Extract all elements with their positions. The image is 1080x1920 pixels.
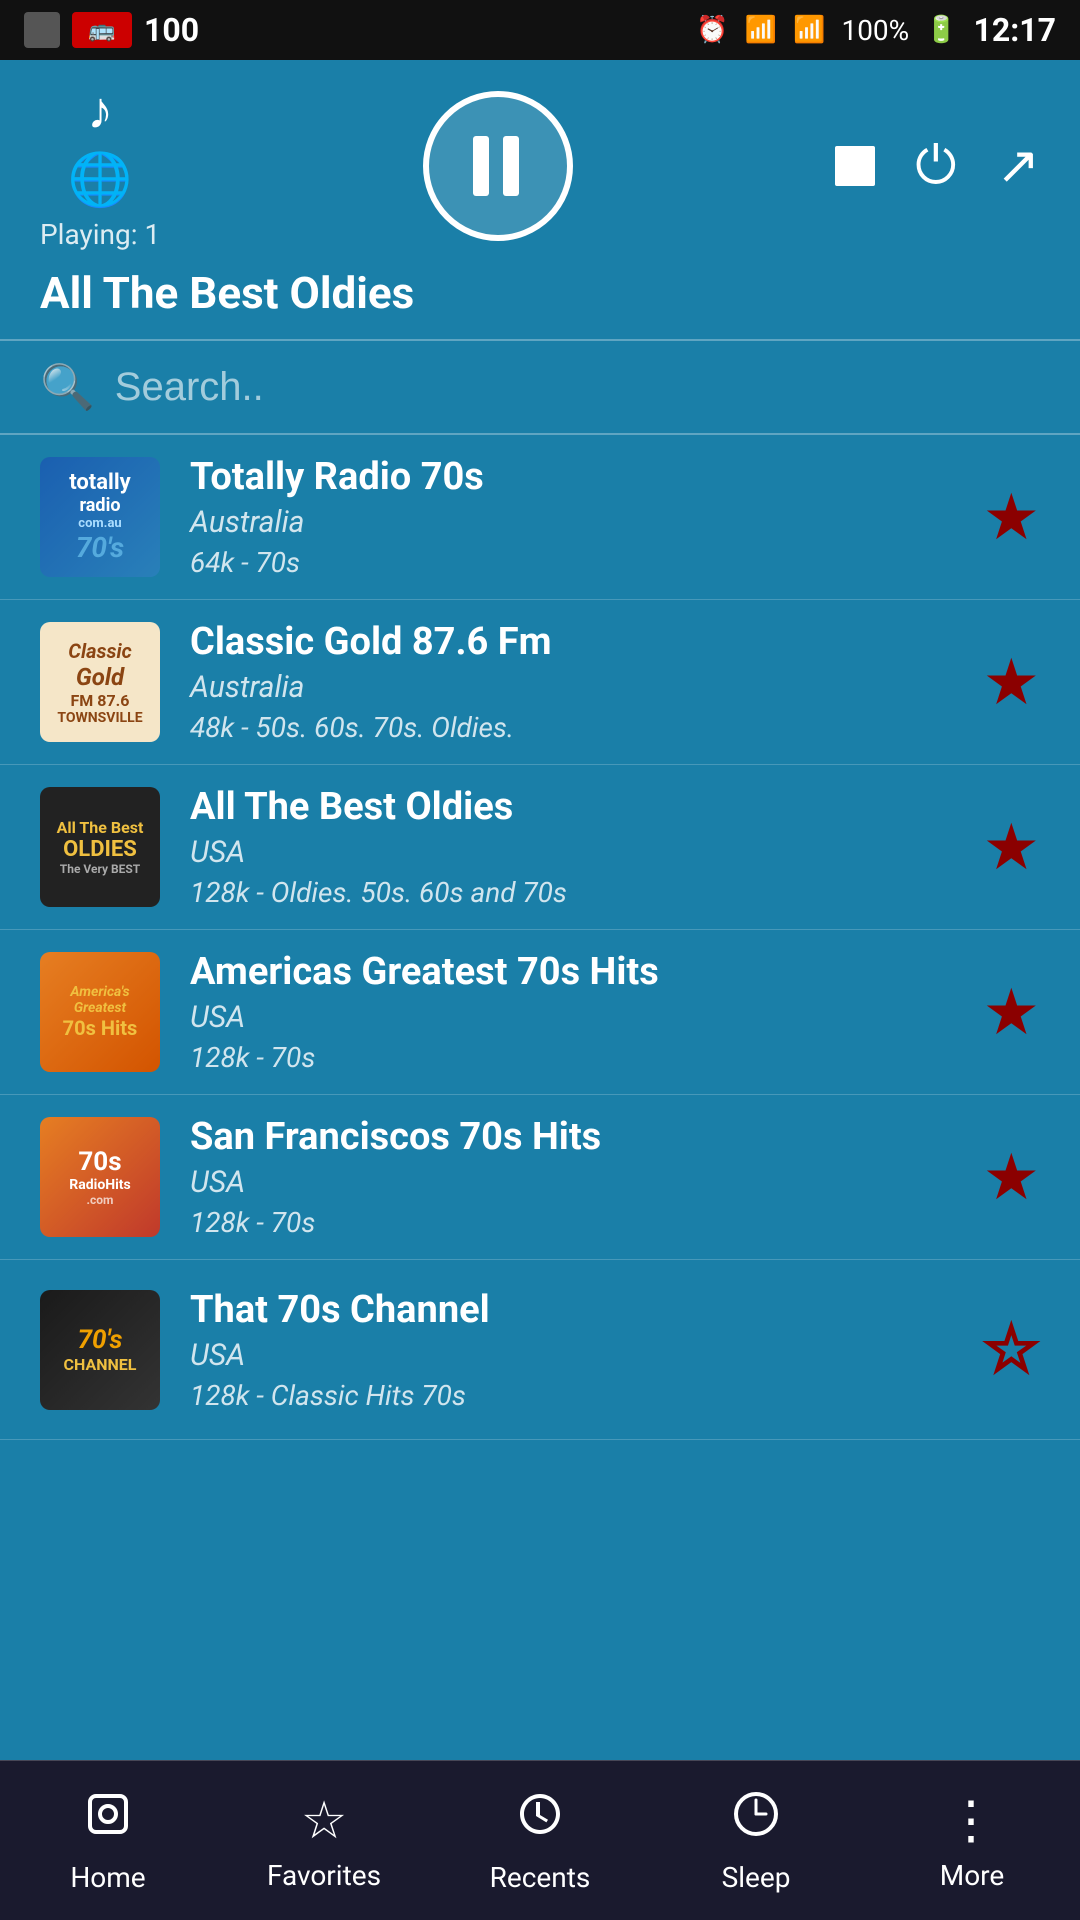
station-country: USA bbox=[190, 1000, 953, 1035]
share-icon[interactable]: ↗ bbox=[996, 135, 1040, 196]
more-icon: ⋮ bbox=[945, 1790, 999, 1851]
image-icon bbox=[24, 12, 60, 48]
favorite-star[interactable]: ★ bbox=[983, 1140, 1040, 1215]
station-details: 48k - 50s. 60s. 70s. Oldies. bbox=[190, 711, 953, 744]
favorites-star-icon: ☆ bbox=[301, 1790, 348, 1851]
station-item[interactable]: 70's CHANNEL That 70s Channel USA 128k -… bbox=[0, 1260, 1080, 1440]
nav-item-home[interactable]: Home bbox=[0, 1788, 216, 1894]
player-left-controls: ♪ 🌐 Playing: 1 bbox=[40, 80, 160, 251]
station-name: Americas Greatest 70s Hits bbox=[190, 950, 953, 994]
station-info: All The Best Oldies USA 128k - Oldies. 5… bbox=[190, 785, 953, 909]
station-logo: totally radio com.au 70's bbox=[40, 457, 160, 577]
nav-label-favorites: Favorites bbox=[267, 1859, 381, 1892]
station-item[interactable]: Classic Gold FM 87.6 TOWNSVILLE Classic … bbox=[0, 600, 1080, 765]
station-details: 128k - Oldies. 50s. 60s and 70s bbox=[190, 876, 953, 909]
signal-strength: 100 bbox=[144, 11, 199, 49]
favorite-star[interactable]: ★ bbox=[983, 645, 1040, 720]
station-name: All The Best Oldies bbox=[190, 785, 953, 829]
nav-label-more: More bbox=[940, 1859, 1005, 1892]
station-item[interactable]: America'sGreatest 70s Hits Americas Grea… bbox=[0, 930, 1080, 1095]
clock: 12:17 bbox=[974, 11, 1056, 49]
station-logo: All The Best OLDIES The Very BEST bbox=[40, 787, 160, 907]
power-icon[interactable]: ⏻ bbox=[915, 135, 956, 197]
pause-bar-right bbox=[503, 136, 519, 196]
player-right-controls: ⏻ ↗ bbox=[835, 135, 1040, 197]
favorite-star[interactable]: ★ bbox=[983, 810, 1040, 885]
search-bar: 🔍 bbox=[0, 341, 1080, 433]
station-country: Australia bbox=[190, 670, 953, 705]
station-info: San Franciscos 70s Hits USA 128k - 70s bbox=[190, 1115, 953, 1239]
status-bar: 🚌 100 ⏰ 📶 📶 100% 🔋 12:17 bbox=[0, 0, 1080, 60]
station-info: Totally Radio 70s Australia 64k - 70s bbox=[190, 455, 953, 579]
sleep-icon bbox=[730, 1788, 782, 1853]
now-playing-title: All The Best Oldies bbox=[40, 267, 414, 319]
music-icon[interactable]: ♪ bbox=[87, 80, 113, 141]
pause-button[interactable] bbox=[423, 91, 573, 241]
station-item[interactable]: totally radio com.au 70's Totally Radio … bbox=[0, 435, 1080, 600]
now-playing-section: All The Best Oldies bbox=[0, 267, 1080, 339]
signal-icon: 📶 bbox=[793, 15, 825, 45]
station-details: 64k - 70s bbox=[190, 546, 953, 579]
nav-item-favorites[interactable]: ☆ Favorites bbox=[216, 1790, 432, 1892]
station-logo: Classic Gold FM 87.6 TOWNSVILLE bbox=[40, 622, 160, 742]
nav-item-sleep[interactable]: Sleep bbox=[648, 1788, 864, 1894]
favorite-star[interactable]: ★ bbox=[983, 480, 1040, 555]
station-country: USA bbox=[190, 835, 953, 870]
station-details: 128k - 70s bbox=[190, 1206, 953, 1239]
search-input[interactable] bbox=[115, 365, 1040, 410]
app-icon: 🚌 bbox=[72, 12, 132, 48]
station-name: That 70s Channel bbox=[190, 1288, 953, 1332]
nav-label-sleep: Sleep bbox=[722, 1861, 791, 1894]
nav-label-recents: Recents bbox=[490, 1861, 591, 1894]
station-logo: 70's CHANNEL bbox=[40, 1290, 160, 1410]
home-icon bbox=[82, 1788, 134, 1853]
pause-button-container bbox=[423, 91, 573, 241]
favorite-star[interactable]: ☆ bbox=[983, 1312, 1040, 1387]
station-info: Classic Gold 87.6 Fm Australia 48k - 50s… bbox=[190, 620, 953, 744]
globe-icon[interactable]: 🌐 bbox=[68, 149, 133, 210]
search-icon: 🔍 bbox=[40, 361, 95, 413]
station-details: 128k - Classic Hits 70s bbox=[190, 1379, 953, 1412]
status-bar-right: ⏰ 📶 📶 100% 🔋 12:17 bbox=[696, 11, 1056, 49]
alarm-icon: ⏰ bbox=[696, 15, 728, 45]
bottom-nav: Home ☆ Favorites Recents Sleep ⋮ More bbox=[0, 1760, 1080, 1920]
nav-item-more[interactable]: ⋮ More bbox=[864, 1790, 1080, 1892]
favorite-star[interactable]: ★ bbox=[983, 975, 1040, 1050]
nav-label-home: Home bbox=[70, 1861, 145, 1894]
battery-icon: 🔋 bbox=[925, 15, 957, 45]
station-item[interactable]: All The Best OLDIES The Very BEST All Th… bbox=[0, 765, 1080, 930]
nav-item-recents[interactable]: Recents bbox=[432, 1788, 648, 1894]
station-name: Totally Radio 70s bbox=[190, 455, 953, 499]
station-country: Australia bbox=[190, 505, 953, 540]
station-item[interactable]: 70s RadioHits .com San Franciscos 70s Hi… bbox=[0, 1095, 1080, 1260]
pause-bar-left bbox=[473, 136, 489, 196]
station-logo: 70s RadioHits .com bbox=[40, 1117, 160, 1237]
status-bar-left: 🚌 100 bbox=[24, 11, 199, 49]
pause-icon bbox=[473, 136, 523, 196]
station-country: USA bbox=[190, 1165, 953, 1200]
station-info: Americas Greatest 70s Hits USA 128k - 70… bbox=[190, 950, 953, 1074]
station-logo: America'sGreatest 70s Hits bbox=[40, 952, 160, 1072]
player-header: ♪ 🌐 Playing: 1 ⏻ ↗ bbox=[0, 60, 1080, 267]
station-country: USA bbox=[190, 1338, 953, 1373]
playing-label: Playing: 1 bbox=[40, 218, 160, 251]
station-name: Classic Gold 87.6 Fm bbox=[190, 620, 953, 664]
battery-level: 100% bbox=[841, 14, 909, 47]
stop-button[interactable] bbox=[835, 146, 875, 186]
station-details: 128k - 70s bbox=[190, 1041, 953, 1074]
recents-icon bbox=[514, 1788, 566, 1853]
station-info: That 70s Channel USA 128k - Classic Hits… bbox=[190, 1288, 953, 1412]
wifi-icon: 📶 bbox=[745, 15, 777, 45]
station-name: San Franciscos 70s Hits bbox=[190, 1115, 953, 1159]
station-list: totally radio com.au 70's Totally Radio … bbox=[0, 435, 1080, 1440]
